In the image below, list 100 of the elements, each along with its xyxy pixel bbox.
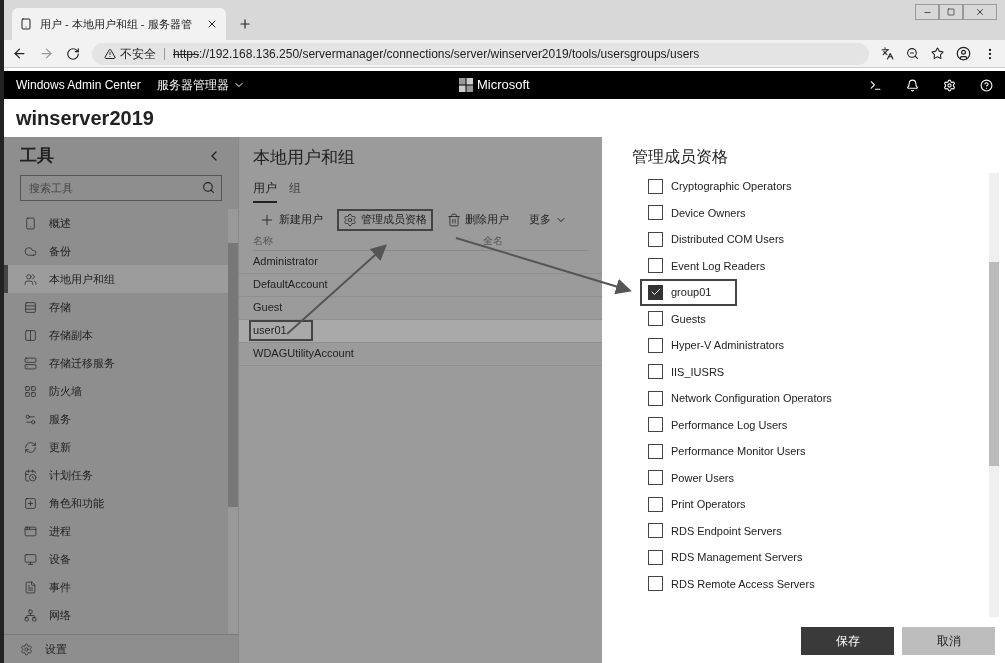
- checkbox[interactable]: [648, 311, 663, 327]
- checkbox[interactable]: [648, 470, 663, 486]
- tab[interactable]: 用户: [253, 178, 277, 203]
- checkbox[interactable]: [648, 549, 663, 565]
- help-icon[interactable]: [980, 78, 993, 92]
- settings-item[interactable]: 设置: [4, 634, 238, 663]
- toolbar-button[interactable]: 新建用户: [253, 208, 329, 231]
- forward-icon[interactable]: [39, 46, 54, 61]
- monitor-icon: [24, 552, 37, 566]
- brand-name: Windows Admin Center: [16, 77, 141, 94]
- zoom-icon[interactable]: [906, 47, 919, 60]
- address-bar[interactable]: 不安全 https://192.168.136.250/servermanager/connections/server/winserver2019/tools/usersgroups/users: [92, 42, 869, 65]
- browser-tab[interactable]: 用户 - 本地用户和组 - 服务器管: [12, 8, 226, 40]
- group-option[interactable]: Guests: [640, 305, 714, 332]
- toolbar-button[interactable]: 删除用户: [441, 208, 515, 231]
- group-option[interactable]: RDS Endpoint Servers: [640, 517, 790, 544]
- group-option[interactable]: Cryptographic Operators: [640, 173, 800, 200]
- checkbox[interactable]: [648, 496, 663, 512]
- checkbox[interactable]: [648, 231, 663, 247]
- table-row[interactable]: user01: [239, 319, 602, 343]
- checkbox[interactable]: [648, 364, 663, 380]
- save-button[interactable]: 保存: [801, 627, 894, 655]
- group-option[interactable]: Power Users: [640, 464, 742, 491]
- logo-text: Microsoft: [477, 76, 530, 95]
- gear-icon: [343, 212, 357, 227]
- network-icon: [24, 608, 37, 622]
- checkbox[interactable]: [648, 523, 663, 539]
- checkbox[interactable]: [648, 576, 663, 592]
- table-row[interactable]: WDAGUtilityAccount: [239, 342, 602, 366]
- sidebar-item[interactable]: 计划任务: [4, 461, 228, 489]
- sidebar-item[interactable]: 进程: [4, 517, 228, 545]
- sidebar-item[interactable]: 存储副本: [4, 321, 228, 349]
- group-option[interactable]: Network Configuration Operators: [640, 385, 840, 412]
- checkbox[interactable]: [648, 258, 663, 274]
- checkbox[interactable]: [648, 443, 663, 459]
- tab[interactable]: 组: [289, 178, 301, 203]
- columns-icon: [24, 328, 37, 342]
- search-field[interactable]: 搜索工具: [20, 175, 222, 201]
- sidebar-item[interactable]: 存储: [4, 293, 228, 321]
- group-option[interactable]: Distributed COM Users: [640, 226, 793, 253]
- phone-icon: [24, 216, 37, 230]
- star-icon[interactable]: [931, 47, 944, 60]
- table-row[interactable]: DefaultAccount: [239, 273, 602, 297]
- scrollbar[interactable]: [228, 209, 238, 634]
- sidebar-item[interactable]: 服务: [4, 405, 228, 433]
- group-option[interactable]: Print Operators: [640, 491, 754, 518]
- table-row[interactable]: Guest: [239, 296, 602, 320]
- terminal-icon[interactable]: [869, 78, 882, 92]
- checkbox[interactable]: [648, 284, 663, 300]
- table-row[interactable]: Administrator: [239, 250, 602, 274]
- group-option[interactable]: Event Log Readers: [640, 252, 774, 279]
- table-cell-text: Guest: [252, 300, 284, 316]
- group-option[interactable]: Device Owners: [640, 199, 754, 226]
- group-option[interactable]: IIS_IUSRS: [640, 358, 733, 385]
- document-icon: [24, 580, 37, 594]
- toolbar-button[interactable]: 管理成员资格: [337, 208, 433, 231]
- table-cell-text: WDAGUtilityAccount: [252, 346, 355, 362]
- dialog-title: 管理成员资格: [632, 147, 729, 167]
- grid-icon: [24, 384, 37, 398]
- reload-icon[interactable]: [66, 46, 80, 61]
- group-option[interactable]: group01: [640, 279, 738, 306]
- translate-icon[interactable]: [881, 47, 894, 60]
- checkbox[interactable]: [648, 417, 663, 433]
- url-text: https://192.168.136.250/servermanager/connections/server/winserver2019/tools/usersgroups/users: [173, 45, 700, 63]
- group-option[interactable]: Performance Monitor Users: [640, 438, 814, 465]
- notification-icon[interactable]: [906, 78, 919, 92]
- sidebar-item[interactable]: 事件: [4, 573, 228, 601]
- checkbox[interactable]: [648, 390, 663, 406]
- table-cell-text: Administrator: [252, 254, 319, 270]
- cancel-button[interactable]: 取消: [902, 627, 995, 655]
- plus-square-icon: [24, 496, 37, 510]
- group-option[interactable]: Hyper-V Administrators: [640, 332, 793, 359]
- sidebar-item[interactable]: 存储迁移服务: [4, 349, 228, 377]
- back-icon[interactable]: [12, 46, 27, 61]
- page-title: 本地用户和组: [253, 147, 356, 169]
- sidebar-item[interactable]: 角色和功能: [4, 489, 228, 517]
- gear-icon: [20, 642, 33, 656]
- sidebar-item[interactable]: 本地用户和组: [4, 265, 228, 293]
- group-option[interactable]: RDS Management Servers: [640, 544, 811, 571]
- checkbox[interactable]: [648, 205, 663, 221]
- close-window-button[interactable]: [963, 4, 997, 20]
- sidebar-item[interactable]: 设备: [4, 545, 228, 573]
- group-option[interactable]: RDS Remote Access Servers: [640, 570, 823, 597]
- settings-icon[interactable]: [943, 78, 956, 92]
- sidebar-item[interactable]: 备份: [4, 237, 228, 265]
- scrollbar[interactable]: [989, 173, 999, 617]
- new-tab-icon[interactable]: [238, 17, 252, 31]
- close-icon[interactable]: [206, 18, 218, 30]
- profile-icon[interactable]: [956, 46, 971, 61]
- sidebar-item[interactable]: 概述: [4, 209, 228, 237]
- sidebar-item[interactable]: 网络: [4, 601, 228, 629]
- sidebar-item[interactable]: 更新: [4, 433, 228, 461]
- sidebar-item[interactable]: 防火墙: [4, 377, 228, 405]
- column-header: 全名: [483, 233, 503, 248]
- checkbox[interactable]: [648, 337, 663, 353]
- server-manager-menu[interactable]: 服务器管理器: [156, 76, 245, 94]
- checkbox[interactable]: [648, 178, 663, 194]
- refresh-icon: [24, 440, 37, 454]
- group-option[interactable]: Performance Log Users: [640, 411, 796, 438]
- toolbar-button[interactable]: 更多: [523, 208, 573, 231]
